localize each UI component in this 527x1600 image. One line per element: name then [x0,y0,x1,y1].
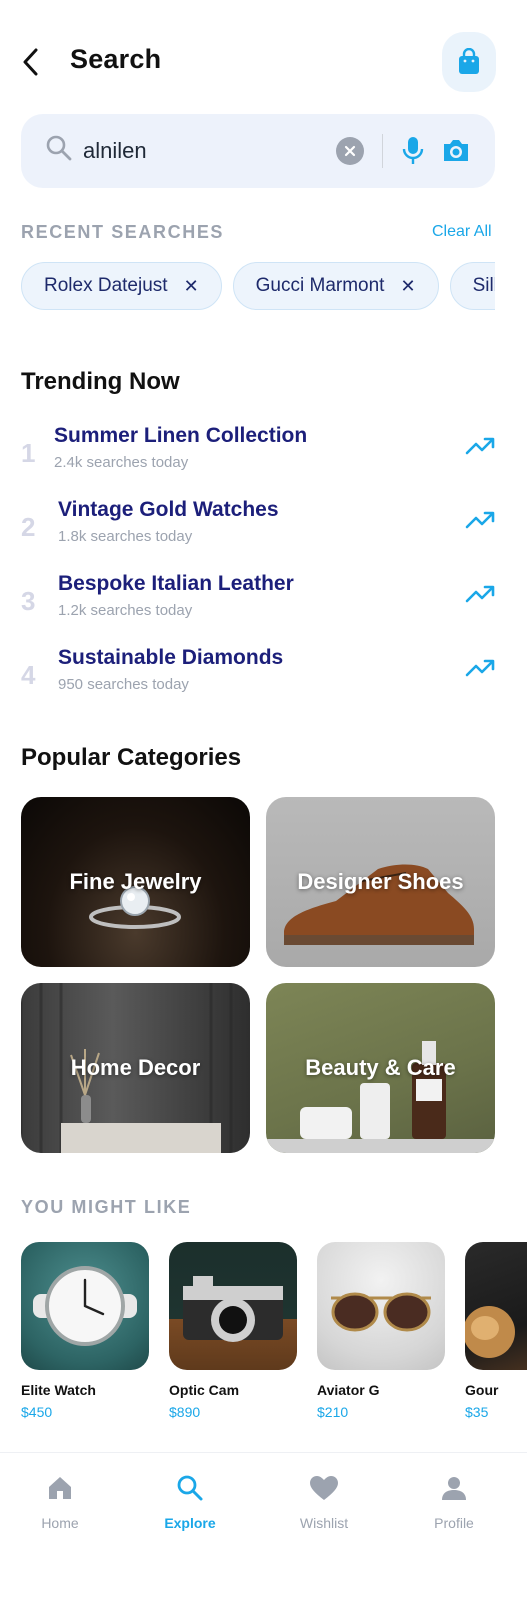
trending-rank: 1 [21,438,36,468]
microphone-icon [402,137,424,164]
voice-search-button[interactable] [402,136,424,171]
chip-label: Rolex Datejust [44,275,168,296]
chevron-left-icon [23,48,38,76]
product-name: Gour [465,1382,499,1398]
trending-rank: 3 [21,586,36,616]
you-might-like-label: YOU MIGHT LIKE [21,1197,192,1217]
recent-chip[interactable]: Gucci Marmont ✕ [232,262,439,310]
page-title: Search [70,44,162,74]
trending-item-subtitle: 1.8k searches today [58,528,193,545]
remove-chip-icon[interactable]: ✕ [400,276,415,297]
trending-up-icon [465,437,495,455]
product-price: $210 [317,1404,349,1420]
category-card-fine-jewelry[interactable]: Fine Jewelry [21,797,250,967]
nav-label: Wishlist [299,1515,349,1531]
trending-item-subtitle: 1.2k searches today [58,602,193,619]
product-card[interactable]: Aviator G $210 [317,1242,445,1420]
close-icon [344,145,356,157]
product-image [169,1242,297,1370]
product-image [465,1242,527,1370]
search-icon [177,1475,203,1501]
back-button[interactable] [18,46,42,78]
category-label: Home Decor [70,1055,201,1080]
search-divider [382,134,383,168]
chip-label: Gucci Marmont [255,275,385,296]
trending-item[interactable]: 3 Bespoke Italian Leather 1.2k searches … [21,572,495,632]
search-bar [21,114,495,188]
trending-rank: 2 [21,512,36,542]
bottom-navigation: Home Explore Wishlist Profile [0,1452,527,1600]
trending-item-title: Bespoke Italian Leather [58,572,294,595]
trending-item-title: Summer Linen Collection [54,424,308,447]
shopping-bag-button[interactable] [442,32,496,92]
recommendations-carousel: Elite Watch $450 Optic Cam $890 Aviator … [21,1242,527,1422]
search-icon [46,135,72,161]
food-image [465,1306,515,1358]
camera-icon [444,140,468,161]
nav-item-home[interactable]: Home [10,1471,110,1531]
trending-item-title: Vintage Gold Watches [58,498,279,521]
nav-label: Explore [164,1515,216,1531]
nav-label: Home [41,1515,79,1531]
recent-searches-label: RECENT SEARCHES [21,222,225,242]
remove-chip-icon[interactable]: ✕ [184,276,199,297]
sunglasses-image [331,1292,431,1332]
product-name: Aviator G [317,1382,380,1398]
search-input[interactable] [83,132,323,170]
shopping-bag-icon [459,48,479,74]
trending-item-subtitle: 2.4k searches today [54,454,189,471]
category-label: Fine Jewelry [69,869,202,894]
categories-title: Popular Categories [21,744,242,771]
trending-title: Trending Now [21,368,180,395]
watch-image [33,1266,137,1346]
clear-all-link[interactable]: Clear All [432,223,492,241]
category-card-designer-shoes[interactable]: Designer Shoes [266,797,495,967]
product-name: Elite Watch [21,1382,96,1398]
user-icon [442,1477,466,1500]
header: Search [0,0,527,110]
trending-rank: 4 [21,660,36,690]
product-price: $890 [169,1404,201,1420]
recent-search-chips: Rolex Datejust ✕ Gucci Marmont ✕ Silk ✕ [21,262,495,312]
category-label: Beauty & Care [305,1055,456,1080]
category-label: Designer Shoes [297,869,464,894]
trending-up-icon [465,659,495,677]
product-image [21,1242,149,1370]
product-card[interactable]: Gour $35 [465,1242,527,1420]
camera-image [183,1276,283,1342]
nav-item-profile[interactable]: Profile [404,1471,504,1531]
product-image [317,1242,445,1370]
recent-chip[interactable]: Rolex Datejust ✕ [21,262,222,310]
heart-icon [310,1476,338,1500]
product-card[interactable]: Optic Cam $890 [169,1242,297,1420]
camera-search-button[interactable] [441,136,471,169]
clear-search-button[interactable] [336,137,364,165]
recent-chip[interactable]: Silk ✕ [449,262,495,310]
trending-item-title: Sustainable Diamonds [58,646,284,669]
product-price: $35 [465,1404,489,1420]
trending-item[interactable]: 2 Vintage Gold Watches 1.8k searches tod… [21,498,495,558]
trending-item[interactable]: 4 Sustainable Diamonds 950 searches toda… [21,646,495,706]
trending-up-icon [465,585,495,603]
nav-item-explore[interactable]: Explore [140,1471,240,1531]
nav-label: Profile [434,1515,474,1531]
product-card[interactable]: Elite Watch $450 [21,1242,149,1420]
nav-item-wishlist[interactable]: Wishlist [274,1471,374,1531]
product-name: Optic Cam [169,1382,240,1398]
product-price: $450 [21,1404,53,1420]
category-card-beauty-care[interactable]: Beauty & Care [266,983,495,1153]
home-icon [49,1477,71,1499]
category-card-home-decor[interactable]: Home Decor [21,983,250,1153]
trending-item-subtitle: 950 searches today [58,676,189,693]
trending-item[interactable]: 1 Summer Linen Collection 2.4k searches … [21,424,495,484]
chip-label: Silk [472,275,495,296]
trending-up-icon [465,511,495,529]
